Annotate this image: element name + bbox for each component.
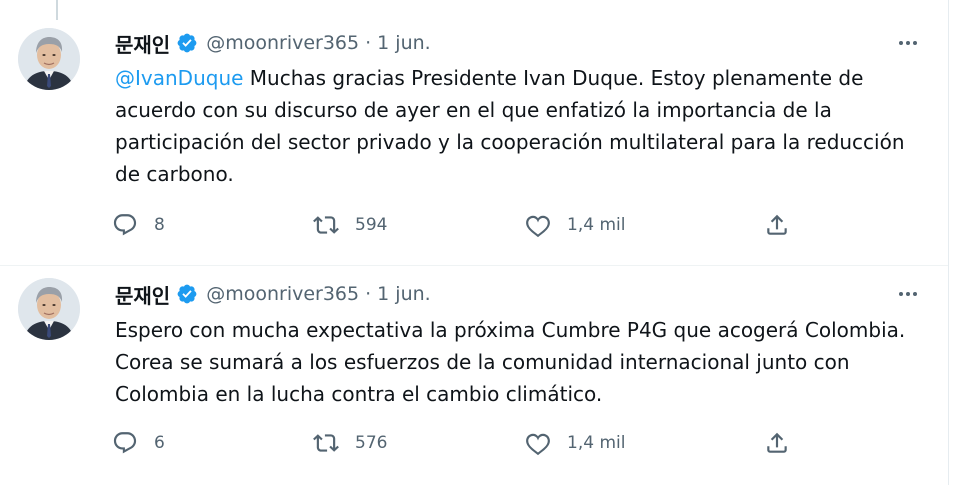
- author-name[interactable]: 문재인: [115, 29, 170, 58]
- tweet-header: 문재인 @moonriver365 · 1 jun.: [115, 28, 431, 58]
- like-count: 1,4 mil: [567, 433, 626, 453]
- more-horizontal-icon: [899, 41, 917, 45]
- share-upload-icon: [767, 214, 787, 235]
- avatar[interactable]: [18, 278, 80, 340]
- author-name[interactable]: 문재인: [115, 280, 170, 309]
- more-horizontal-icon: [899, 292, 917, 296]
- tweet-text: Espero con mucha expectativa la próxima …: [115, 318, 906, 406]
- timeline-border: [948, 0, 949, 485]
- meta-separator: ·: [365, 32, 372, 54]
- tweet-header: 문재인 @moonriver365 · 1 jun.: [115, 279, 431, 309]
- retweet-icon: [313, 434, 339, 452]
- share-button[interactable]: [764, 427, 790, 459]
- tweet-actions: 6 576 1,4 mil: [112, 427, 812, 459]
- heart-icon: [526, 433, 550, 456]
- tweet-date[interactable]: 1 jun.: [377, 32, 431, 54]
- author-handle[interactable]: @moonriver365: [206, 32, 359, 54]
- author-handle[interactable]: @moonriver365: [206, 283, 359, 305]
- more-options-button[interactable]: [893, 31, 923, 55]
- reply-count: 6: [154, 433, 165, 453]
- avatar-portrait-icon: [18, 28, 80, 90]
- reply-bubble-icon: [113, 432, 137, 454]
- like-button[interactable]: 1,4 mil: [525, 427, 625, 459]
- retweet-button[interactable]: 594: [313, 209, 387, 241]
- more-options-button[interactable]: [893, 282, 923, 306]
- retweet-count: 594: [355, 215, 388, 235]
- retweet-count: 576: [355, 433, 388, 453]
- reply-bubble-icon: [113, 214, 137, 236]
- avatar[interactable]: [18, 28, 80, 90]
- reply-count: 8: [154, 215, 165, 235]
- like-button[interactable]: 1,4 mil: [525, 209, 625, 241]
- verified-badge-icon: [177, 33, 197, 53]
- meta-separator: ·: [365, 283, 372, 305]
- tweet-actions: 8 594 1,4 mil: [112, 209, 812, 241]
- reply-button[interactable]: 6: [112, 427, 165, 459]
- tweet[interactable]: 문재인 @moonriver365 · 1 jun. Espero con mu…: [0, 266, 948, 485]
- retweet-button[interactable]: 576: [313, 427, 387, 459]
- retweet-icon: [313, 216, 339, 234]
- mention-link[interactable]: @IvanDuque: [115, 66, 243, 90]
- tweet-text: @IvanDuque Muchas gracias Presidente Iva…: [115, 62, 915, 190]
- tweet-date[interactable]: 1 jun.: [377, 283, 431, 305]
- like-count: 1,4 mil: [567, 215, 626, 235]
- tweet[interactable]: 문재인 @moonriver365 · 1 jun. @IvanDuque Mu…: [0, 0, 948, 266]
- reply-button[interactable]: 8: [112, 209, 165, 241]
- heart-icon: [526, 215, 550, 238]
- share-button[interactable]: [764, 209, 790, 241]
- verified-badge-icon: [177, 284, 197, 304]
- avatar-portrait-icon: [18, 278, 80, 340]
- share-upload-icon: [767, 432, 787, 453]
